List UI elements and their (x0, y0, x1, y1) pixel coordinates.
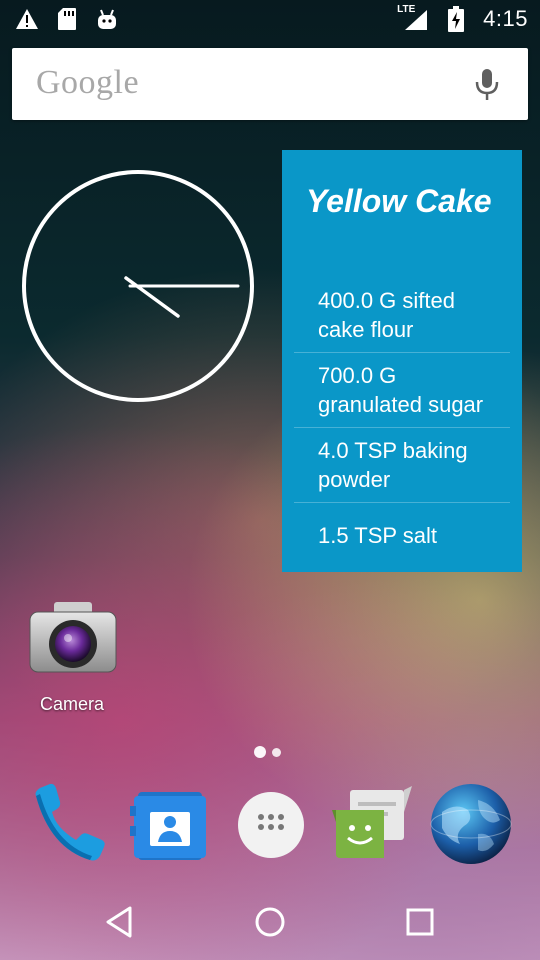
notification-icons (14, 6, 120, 32)
recipe-title: Yellow Cake (306, 183, 492, 219)
home-button[interactable] (250, 902, 290, 942)
camera-label[interactable]: Camera (20, 694, 124, 715)
app-drawer-icon[interactable] (228, 782, 314, 868)
browser-app[interactable] (428, 782, 514, 868)
status-bar: LTE 4:15 (0, 0, 540, 38)
phone-app[interactable] (26, 782, 112, 868)
system-icons: LTE 4:15 (397, 4, 528, 32)
page-indicator (254, 746, 281, 758)
contacts-icon[interactable] (128, 782, 214, 868)
camera-icon[interactable] (26, 598, 120, 678)
recipe-widget[interactable]: Yellow Cake 400.0 G sifted cake flour 70… (282, 150, 522, 572)
android-icon (94, 6, 120, 32)
contacts-app[interactable] (128, 782, 214, 868)
ingredient-list[interactable]: 400.0 G sifted cake flour 700.0 G granul… (294, 286, 510, 566)
recents-button[interactable] (400, 902, 440, 942)
network-type: LTE (397, 4, 416, 15)
home-icon[interactable] (250, 902, 290, 942)
list-item[interactable]: 700.0 G granulated sugar (294, 361, 510, 428)
back-icon[interactable] (100, 902, 140, 942)
page-dot (272, 748, 281, 757)
battery-charging-icon (443, 6, 469, 32)
page-dot-active (254, 746, 266, 758)
phone-icon[interactable] (26, 782, 112, 868)
google-search-bar[interactable]: Google (12, 48, 528, 120)
back-button[interactable] (100, 902, 140, 942)
messaging-app[interactable] (326, 782, 412, 868)
list-item[interactable]: 4.0 TSP baking powder (294, 436, 510, 503)
clock-time: 4:15 (483, 6, 528, 31)
camera-app[interactable] (26, 598, 120, 682)
hour-hand (124, 276, 180, 318)
browser-globe-icon[interactable] (428, 782, 514, 868)
navigation-bar (0, 884, 540, 960)
list-item[interactable]: 1.5 TSP salt (294, 521, 510, 558)
messaging-icon[interactable] (326, 782, 412, 868)
dock (0, 782, 540, 872)
google-logo[interactable]: Google (36, 64, 139, 102)
list-item[interactable]: 400.0 G sifted cake flour (294, 286, 510, 353)
mic-icon[interactable] (474, 68, 500, 102)
sd-card-icon (54, 6, 80, 32)
recents-icon[interactable] (400, 902, 440, 942)
analog-clock-widget[interactable] (20, 168, 256, 404)
warning-icon (14, 6, 40, 32)
signal-icon: LTE (397, 4, 429, 32)
app-drawer-button[interactable] (228, 782, 314, 868)
